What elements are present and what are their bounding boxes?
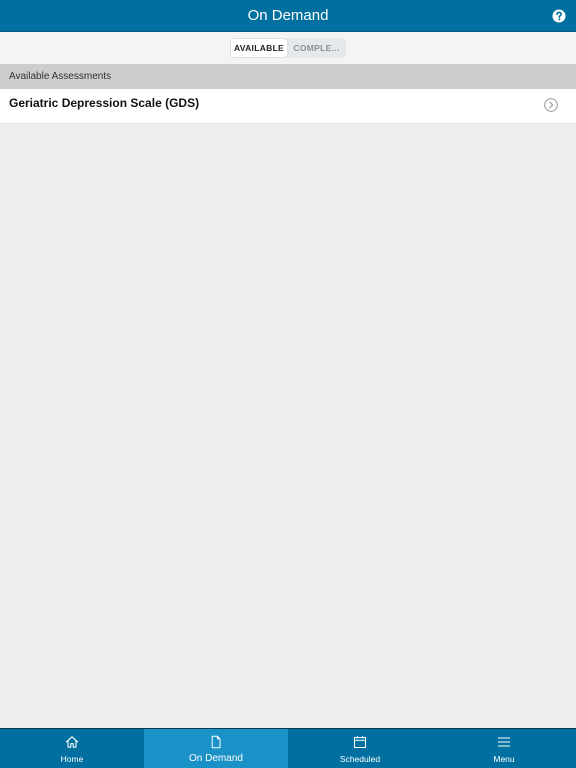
- segment-completed[interactable]: COMPLE...: [288, 39, 345, 57]
- assessment-list-item[interactable]: Geriatric Depression Scale (GDS): [0, 89, 576, 124]
- tab-home[interactable]: Home: [0, 729, 144, 768]
- segment-bar: AVAILABLE COMPLE...: [0, 32, 576, 64]
- tab-on-demand[interactable]: On Demand: [144, 729, 288, 768]
- segmented-control: AVAILABLE COMPLE...: [230, 38, 346, 58]
- section-header: Available Assessments: [0, 64, 576, 89]
- document-icon: [211, 735, 221, 749]
- hamburger-menu-icon: [498, 737, 510, 747]
- tab-menu[interactable]: Menu: [432, 729, 576, 768]
- question-circle-icon: [552, 9, 566, 23]
- segment-available[interactable]: AVAILABLE: [231, 39, 287, 57]
- tab-scheduled-label: Scheduled: [339, 754, 381, 764]
- bottom-tab-bar: Home On Demand Scheduled Menu: [0, 728, 576, 768]
- chevron-right-circle-icon: [544, 98, 558, 112]
- tab-home-label: Home: [60, 754, 84, 764]
- assessment-title: Geriatric Depression Scale (GDS): [9, 96, 200, 110]
- page-title: On Demand: [247, 7, 329, 24]
- tab-on-demand-label: On Demand: [189, 753, 243, 764]
- help-button[interactable]: [552, 9, 566, 23]
- calendar-icon: [354, 736, 366, 748]
- tab-scheduled[interactable]: Scheduled: [288, 729, 432, 768]
- section-title: Available Assessments: [9, 71, 112, 82]
- top-nav-bar: On Demand: [0, 0, 576, 32]
- tab-menu-label: Menu: [493, 754, 515, 764]
- home-icon: [65, 736, 79, 748]
